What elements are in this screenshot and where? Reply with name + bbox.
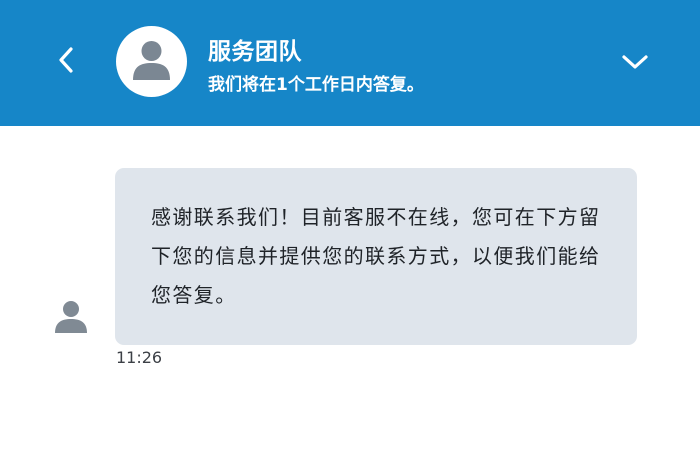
chevron-down-icon (622, 55, 648, 69)
team-avatar (116, 26, 187, 97)
chat-window: 服务团队 我们将在1个工作日内答复。 感谢联系我们！目前客服不在线，您可在下方留… (0, 0, 700, 455)
person-icon (55, 301, 87, 333)
team-name: 服务团队 (208, 39, 302, 65)
collapse-button[interactable] (617, 44, 653, 80)
chat-header: 服务团队 我们将在1个工作日内答复。 (0, 0, 700, 126)
message-timestamp: 11:26 (116, 348, 163, 367)
response-time-note: 我们将在1个工作日内答复。 (208, 75, 424, 95)
agent-avatar (52, 298, 90, 336)
person-icon (133, 41, 170, 80)
chevron-left-icon (59, 47, 73, 73)
back-button[interactable] (48, 42, 84, 78)
message-bubble: 感谢联系我们！目前客服不在线，您可在下方留下您的信息并提供您的联系方式，以便我们… (115, 168, 637, 345)
message-text: 感谢联系我们！目前客服不在线，您可在下方留下您的信息并提供您的联系方式，以便我们… (151, 205, 601, 307)
